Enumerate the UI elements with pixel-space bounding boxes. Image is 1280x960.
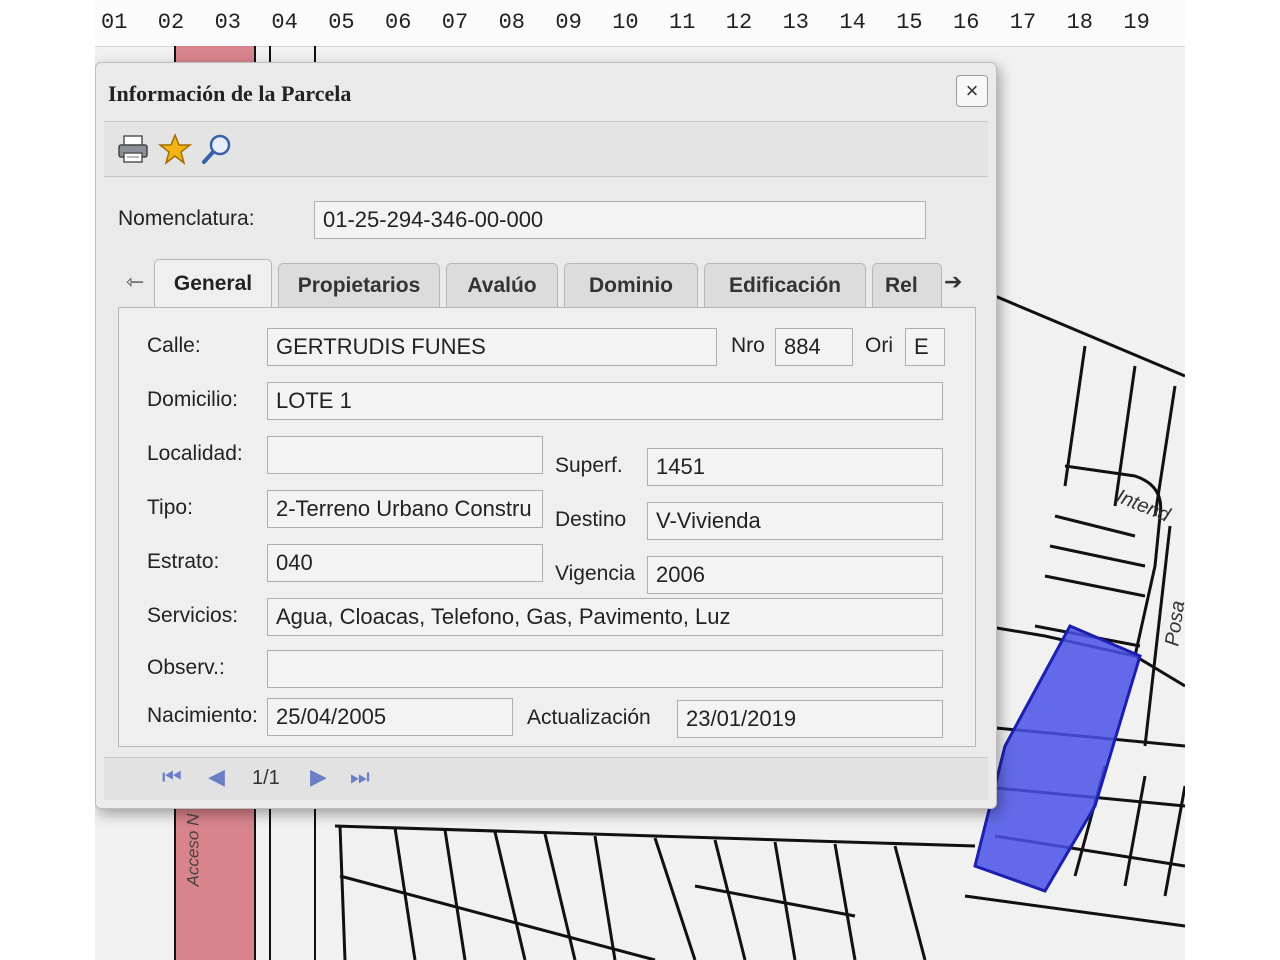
print-icon[interactable]	[116, 132, 150, 166]
close-icon: ×	[965, 78, 979, 103]
last-page-icon[interactable]: ⏭	[350, 764, 370, 790]
domicilio-label: Domicilio:	[147, 388, 239, 411]
nomenclatura-field[interactable]: 01-25-294-346-00-000	[314, 201, 926, 239]
destino-field[interactable]: V-Vivienda	[647, 502, 943, 540]
ruler-column-number: 09	[555, 10, 582, 35]
ruler-column-number: 19	[1123, 10, 1150, 35]
estrato-field[interactable]: 040	[267, 544, 543, 582]
localidad-field[interactable]	[267, 436, 543, 474]
ruler-column-number: 18	[1066, 10, 1093, 35]
ruler-column-number: 04	[271, 10, 298, 35]
tab-bar: ⇽ General Propietarios Avalúo Dominio Ed…	[118, 257, 976, 307]
localidad-label: Localidad:	[147, 442, 243, 465]
superf-label: Superf.	[555, 454, 623, 477]
vigencia-label: Vigencia	[555, 562, 636, 585]
tab-dominio[interactable]: Dominio	[564, 263, 698, 307]
ruler-column-number: 01	[101, 10, 128, 35]
calle-field[interactable]: GERTRUDIS FUNES	[267, 328, 717, 366]
domicilio-field[interactable]: LOTE 1	[267, 382, 943, 420]
dialog-toolbar	[104, 121, 988, 177]
star-icon[interactable]	[158, 132, 192, 166]
observ-field[interactable]	[267, 650, 943, 688]
ruler-column-number: 15	[896, 10, 923, 35]
ruler-column-number: 06	[385, 10, 412, 35]
ruler-column-number: 03	[214, 10, 241, 35]
ruler-column-number: 07	[441, 10, 469, 35]
ruler-column-number: 16	[953, 10, 980, 35]
ruler-column-number: 14	[839, 10, 866, 35]
tab-avaluo[interactable]: Avalúo	[446, 263, 558, 307]
record-pager: ⏮ ◀ 1/1 ▶ ⏭	[104, 757, 988, 800]
tab-edificacion[interactable]: Edificación	[704, 263, 866, 307]
selected-parcel	[973, 624, 1142, 893]
vigencia-field[interactable]: 2006	[647, 556, 943, 594]
close-button[interactable]: ×	[956, 75, 988, 107]
nro-field[interactable]: 884	[775, 328, 853, 366]
ruler-column-number: 13	[782, 10, 809, 35]
tab-general[interactable]: General	[154, 259, 272, 307]
nacimiento-label: Nacimiento:	[147, 704, 258, 727]
ruler-column-number: 17	[1009, 10, 1037, 35]
superf-field[interactable]: 1451	[647, 448, 943, 486]
first-page-icon[interactable]: ⏮	[162, 764, 182, 790]
ruler-column-number: 05	[328, 10, 355, 35]
street-label-acceso: Acceso N	[183, 813, 203, 887]
actualizacion-field[interactable]: 23/01/2019	[677, 700, 943, 738]
nacimiento-field[interactable]: 25/04/2005	[267, 698, 513, 736]
dialog-title: Información de la Parcela	[108, 81, 352, 106]
screen: 01 02 03 04 05 06 07 08 09 10 11 12 13 14 15 16 17 18 19	[95, 0, 1185, 960]
calle-label: Calle:	[147, 334, 201, 357]
tab-propietarios[interactable]: Propietarios	[278, 263, 440, 307]
observ-label: Observ.:	[147, 656, 225, 679]
nro-label: Nro	[731, 334, 765, 357]
nomenclatura-label: Nomenclatura:	[118, 207, 255, 230]
servicios-field[interactable]: Agua, Cloacas, Telefono, Gas, Pavimento,…	[267, 598, 943, 636]
ruler-column-number: 08	[498, 10, 525, 35]
ruler-column-number: 02	[157, 10, 185, 35]
general-tab-panel: Calle: GERTRUDIS FUNES Nro 884 Ori E Dom…	[118, 307, 976, 747]
column-ruler: 01 02 03 04 05 06 07 08 09 10 11 12 13 14 15 16 17 18 19	[95, 0, 1185, 47]
tab-scroll-left-icon[interactable]: ⇽	[126, 269, 144, 295]
tab-rel[interactable]: Rel	[872, 263, 942, 307]
tab-scroll-right-icon[interactable]: ➔	[944, 269, 962, 295]
actualizacion-label: Actualización	[527, 706, 651, 729]
next-page-icon[interactable]: ▶	[310, 764, 327, 790]
destino-label: Destino	[555, 508, 627, 531]
ori-label: Ori	[865, 334, 893, 357]
servicios-label: Servicios:	[147, 604, 239, 627]
ruler-column-number: 12	[725, 10, 753, 35]
ruler-column-number: 11	[669, 10, 696, 35]
parcel-info-dialog: Información de la Parcela × Nomenclatura…	[95, 62, 997, 809]
tipo-field[interactable]: 2-Terreno Urbano Constru	[267, 490, 543, 528]
previous-page-icon[interactable]: ◀	[208, 764, 225, 790]
tipo-label: Tipo:	[147, 496, 193, 519]
page-indicator: 1/1	[252, 767, 280, 789]
ruler-column-number: 10	[612, 10, 639, 35]
search-icon[interactable]	[200, 132, 234, 166]
ori-field[interactable]: E	[905, 328, 945, 366]
estrato-label: Estrato:	[147, 550, 220, 573]
